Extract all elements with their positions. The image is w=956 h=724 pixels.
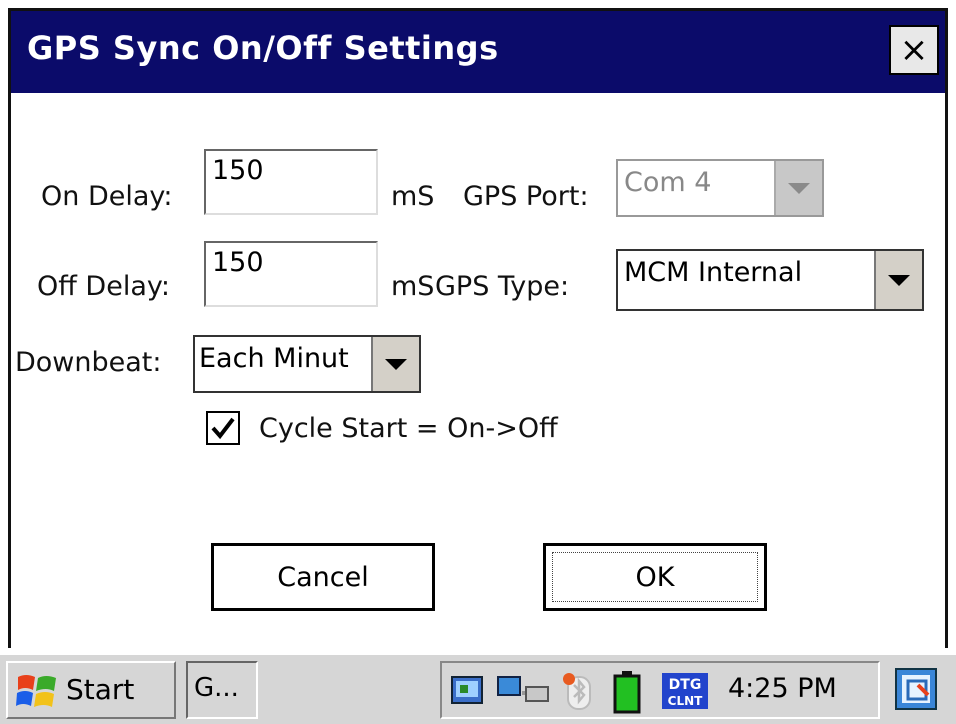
taskbar: Start G... DTG CLNT 4:25 PM (0, 652, 956, 724)
start-button[interactable]: Start (6, 661, 176, 719)
gps-port-dropdown-arrow (774, 161, 822, 215)
ok-button-label: OK (635, 561, 675, 593)
bluetooth-icon[interactable] (560, 671, 596, 711)
svg-text:DTG: DTG (669, 677, 702, 693)
dtg-client-icon[interactable]: DTG CLNT (660, 671, 710, 711)
windows-logo-icon (16, 675, 56, 707)
cancel-button[interactable]: Cancel (211, 543, 435, 611)
cycle-start-checkbox[interactable] (206, 411, 240, 445)
ok-focus-rect: OK (552, 552, 758, 602)
taskbar-item-gps[interactable]: G... (186, 661, 258, 719)
cycle-start-label[interactable]: Cycle Start = On->Off (259, 413, 558, 444)
gps-type-dropdown-arrow[interactable] (874, 251, 922, 309)
dialog-window: GPS Sync On/Off Settings × On Delay: 150… (8, 8, 948, 648)
on-delay-value: 150 (212, 155, 264, 186)
off-delay-unit: mS (391, 271, 435, 302)
chevron-down-icon (385, 358, 407, 370)
dialog-title: GPS Sync On/Off Settings (27, 29, 499, 67)
network-icon[interactable] (450, 673, 490, 709)
start-label: Start (66, 673, 135, 706)
off-delay-value: 150 (212, 247, 264, 278)
close-button[interactable]: × (889, 25, 939, 75)
checkmark-icon (211, 417, 235, 440)
off-delay-input[interactable]: 150 (204, 241, 378, 307)
downbeat-dropdown-arrow[interactable] (371, 337, 419, 391)
gps-type-value: MCM Internal (624, 257, 803, 288)
downbeat-value: Each Minut (199, 343, 349, 374)
desktop-icon[interactable] (892, 665, 944, 715)
clock[interactable]: 4:25 PM (728, 673, 837, 704)
off-delay-label: Off Delay: (37, 271, 170, 302)
svg-text:CLNT: CLNT (668, 694, 703, 708)
downbeat-label: Downbeat: (15, 347, 162, 378)
chevron-down-icon (788, 182, 810, 194)
system-tray: DTG CLNT 4:25 PM (440, 661, 880, 719)
gps-port-value: Com 4 (624, 167, 712, 198)
gps-port-select: Com 4 (616, 159, 824, 217)
on-delay-label: On Delay: (41, 181, 173, 212)
activesync-icon[interactable] (496, 673, 552, 709)
on-delay-input[interactable]: 150 (204, 149, 378, 215)
downbeat-select[interactable]: Each Minut (193, 335, 421, 393)
chevron-down-icon (888, 274, 910, 286)
title-bar: GPS Sync On/Off Settings × (11, 11, 945, 93)
cancel-button-label: Cancel (277, 562, 369, 593)
ok-button[interactable]: OK (543, 543, 767, 611)
gps-type-label: GPS Type: (435, 271, 570, 302)
gps-type-select[interactable]: MCM Internal (616, 249, 924, 311)
gps-port-label: GPS Port: (463, 181, 589, 212)
on-delay-unit: mS (391, 181, 435, 212)
battery-icon[interactable] (612, 669, 642, 715)
